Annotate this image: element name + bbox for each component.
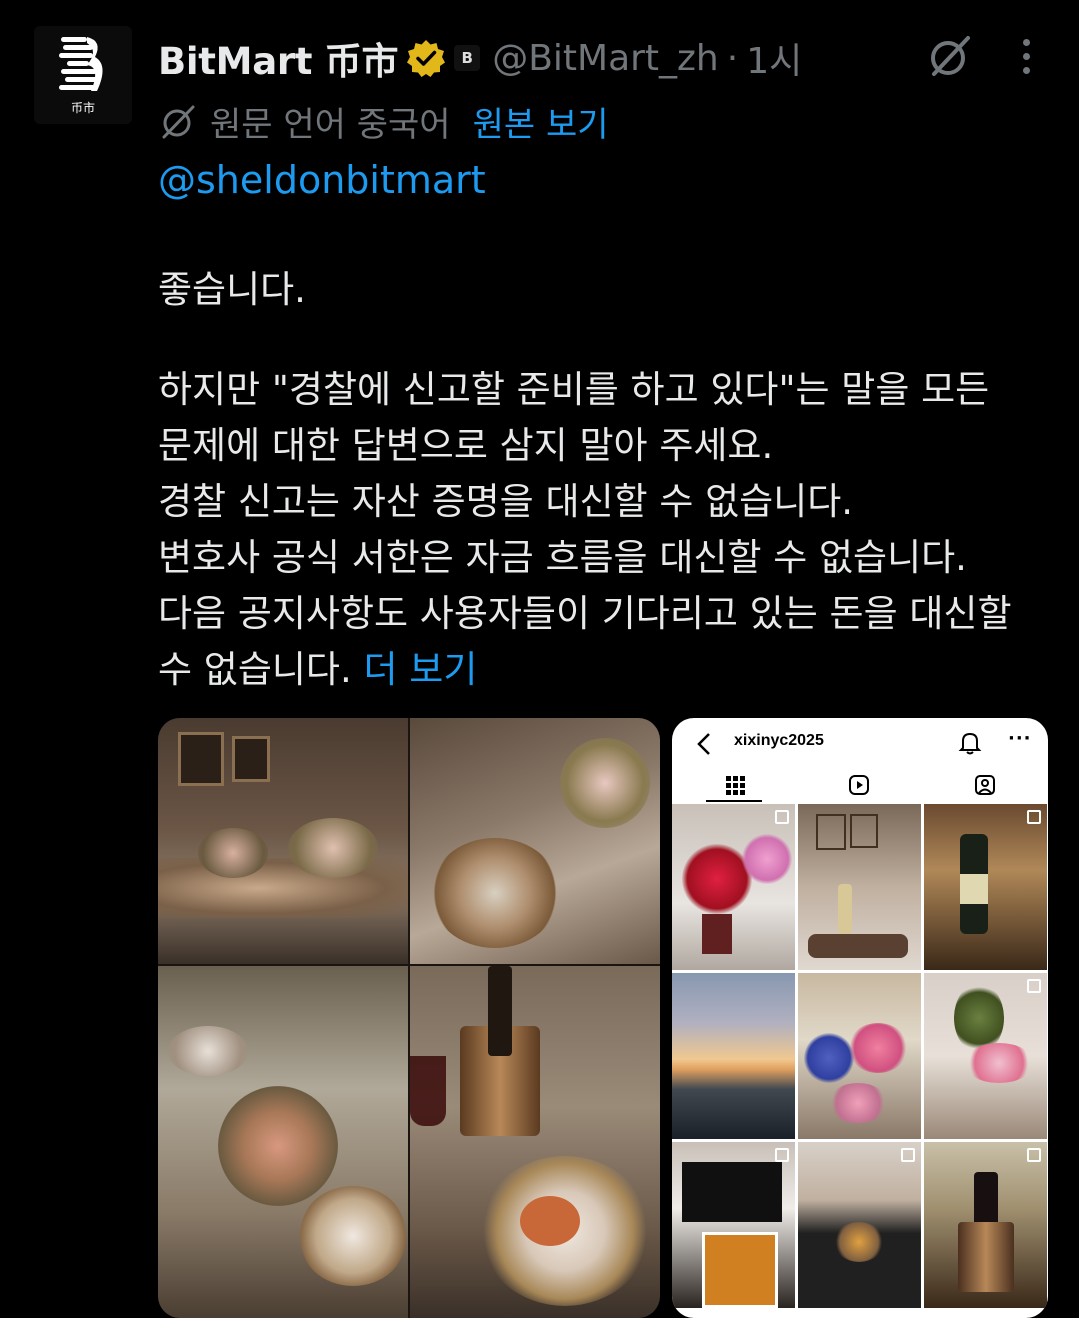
author-avatar[interactable]: 币市 (34, 26, 132, 124)
separator-dot: · (726, 37, 739, 79)
ig-grid-photo (924, 1142, 1047, 1308)
collage-tile (158, 718, 408, 964)
body-line: 변호사 공식 서한은 자금 흐름을 대신할 수 없습니다. (158, 536, 967, 579)
ig-grid-photo (672, 1142, 795, 1308)
show-more-link[interactable]: 더 보기 (364, 648, 478, 691)
body-line: 문제에 대한 답변으로 삼지 말아 주세요. (158, 424, 774, 467)
more-options-icon[interactable] (1008, 30, 1044, 82)
collage-tile (410, 718, 660, 964)
author-handle[interactable]: @BitMart_zh (492, 38, 719, 79)
tagged-icon (975, 775, 995, 795)
ig-grid-photo (672, 804, 795, 970)
tweet-header: BitMart 币市 B @BitMart_zh · 1시 (158, 30, 802, 86)
ig-grid-photo (798, 804, 921, 970)
ig-username: xixinyc2025 (734, 732, 824, 749)
mention-link[interactable]: @sheldonbitmart (158, 158, 486, 202)
ig-grid-photo (672, 973, 795, 1139)
translation-label: 원문 언어 중국어 (210, 104, 451, 145)
body-text-end: 수 없습니다. (158, 648, 352, 691)
translation-row: 원문 언어 중국어 원본 보기 (158, 96, 609, 146)
back-arrow-icon (697, 733, 710, 755)
media-photo-instagram-profile[interactable]: xixinyc2025 ··· (672, 718, 1048, 1318)
body-line-last: 수 없습니다. 더 보기 (158, 642, 1058, 698)
ig-grid-photo (798, 973, 921, 1139)
reels-icon (849, 775, 869, 795)
show-original-link[interactable]: 원본 보기 (473, 97, 609, 146)
media-photo-dinner-collage[interactable] (158, 718, 660, 1318)
body-line: 다음 공지사항도 사용자들이 기다리고 있는 돈을 대신할 (158, 592, 1012, 635)
author-display-name[interactable]: BitMart 币市 (158, 31, 398, 85)
ig-grid-photo (924, 973, 1047, 1139)
ig-active-tab-indicator (706, 800, 762, 802)
tweet-body: 좋습니다. 하지만 "경찰에 신고할 준비를 하고 있다"는 말을 모든 문제에… (158, 262, 1058, 698)
grid-icon (726, 776, 745, 795)
post-time[interactable]: 1시 (746, 32, 802, 84)
ig-grid-photo (798, 1142, 921, 1308)
ig-more-icon: ··· (1008, 728, 1032, 749)
avatar-sub-label: 币市 (70, 100, 95, 115)
ig-top-bar: xixinyc2025 ··· (672, 718, 1048, 770)
body-line: 하지만 "경찰에 신고할 준비를 하고 있다"는 말을 모든 (158, 368, 990, 411)
affiliate-badge-icon[interactable]: B (454, 45, 481, 71)
ig-tabs (672, 770, 1048, 802)
ig-grid-photo (924, 804, 1047, 970)
collage-tile (158, 966, 408, 1318)
bitmart-logo-icon (59, 36, 103, 91)
bell-icon (958, 732, 982, 755)
collage-tile (410, 966, 660, 1318)
verified-badge-icon[interactable] (406, 38, 446, 78)
grok-translate-icon (162, 105, 195, 139)
body-line: 경찰 신고는 자산 증명을 대신할 수 없습니다. (158, 480, 854, 523)
body-line: 좋습니다. (158, 268, 306, 311)
grok-icon[interactable] (924, 30, 976, 82)
